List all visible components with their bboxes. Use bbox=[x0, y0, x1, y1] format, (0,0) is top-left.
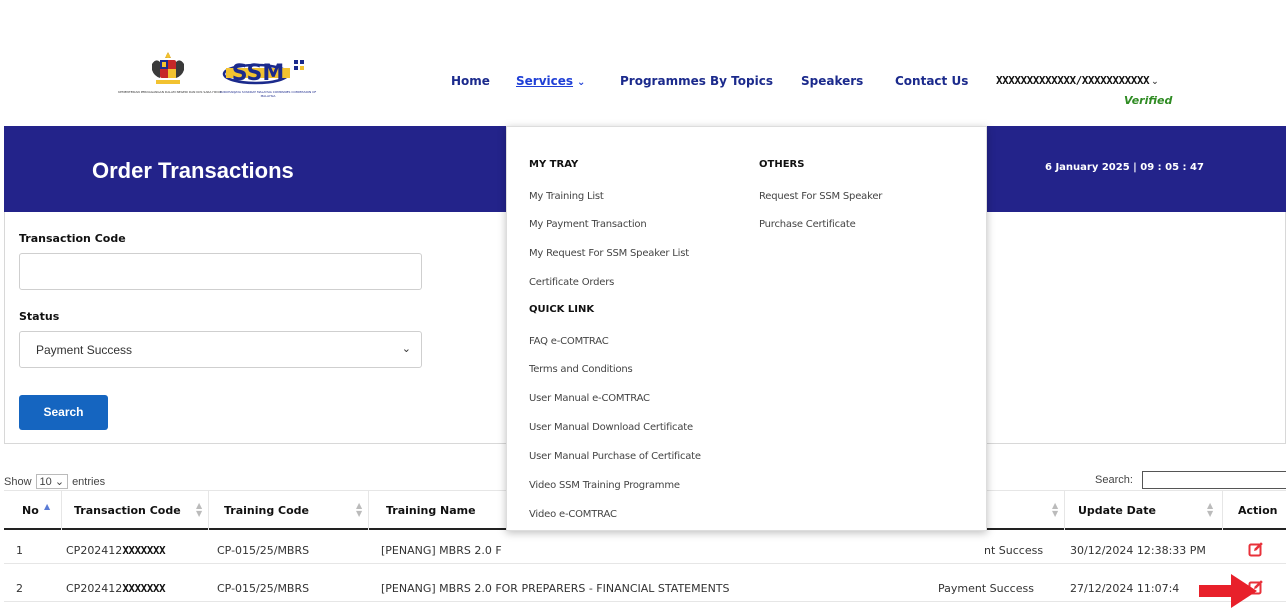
menu-item-certificate-orders[interactable]: Certificate Orders bbox=[529, 277, 614, 288]
menu-item-user-manual-download-cert[interactable]: User Manual Download Certificate bbox=[529, 422, 693, 433]
col-action: Action bbox=[1238, 504, 1278, 517]
sort-icon: ▲ ▼ bbox=[196, 501, 203, 518]
ssm-logo[interactable]: SSM SURUHANJAYA SYARIKAT MALAYSIA COMPAN… bbox=[218, 50, 318, 114]
col-divider bbox=[208, 490, 209, 530]
col-no[interactable]: No bbox=[22, 504, 39, 517]
table-search-label: Search: bbox=[1095, 474, 1133, 486]
red-arrow-icon bbox=[1199, 574, 1257, 608]
nav-services-label: Services bbox=[516, 74, 574, 88]
transaction-code-masked: XXXXXXX bbox=[122, 544, 166, 557]
edit-square-icon[interactable] bbox=[1248, 541, 1264, 557]
cell-update-date: 30/12/2024 12:38:33 PM bbox=[1070, 544, 1206, 557]
menu-item-terms[interactable]: Terms and Conditions bbox=[529, 364, 633, 375]
chevron-down-icon: ⌄ bbox=[1151, 77, 1159, 87]
status-label: Status bbox=[19, 310, 60, 323]
cell-transaction-code: CP202412XXXXXXX bbox=[66, 544, 166, 557]
menu-item-purchase-certificate[interactable]: Purchase Certificate bbox=[759, 219, 856, 230]
table-search-input[interactable] bbox=[1142, 471, 1286, 489]
services-dropdown-menu: MY TRAY My Training List My Payment Tran… bbox=[506, 126, 987, 531]
cell-training-name: [PENANG] MBRS 2.0 FOR PREPARERS - FINANC… bbox=[381, 582, 730, 595]
menu-item-video-training[interactable]: Video SSM Training Programme bbox=[529, 480, 680, 491]
col-divider bbox=[368, 490, 369, 530]
menu-item-user-manual-purchase-cert[interactable]: User Manual Purchase of Certificate bbox=[529, 451, 701, 462]
page-title: Order Transactions bbox=[92, 158, 294, 183]
status-selected-value: Payment Success bbox=[36, 343, 133, 357]
entries-select[interactable]: 10 ⌄ bbox=[35, 474, 69, 489]
chevron-down-icon: ⌄ bbox=[577, 77, 586, 88]
user-menu[interactable]: XXXXXXXXXXXXX/XXXXXXXXXXX ⌄ bbox=[996, 74, 1159, 87]
cell-training-name: [PENANG] MBRS 2.0 F bbox=[381, 544, 502, 557]
cell-status: Payment Success bbox=[938, 582, 1034, 595]
cell-training-code: CP-015/25/MBRS bbox=[217, 582, 310, 595]
transaction-code-prefix: CP202412 bbox=[66, 582, 123, 595]
menu-heading-quick-link: QUICK LINK bbox=[529, 304, 595, 315]
show-label: Show bbox=[4, 476, 32, 488]
col-divider bbox=[1064, 490, 1065, 530]
transaction-code-prefix: CP202412 bbox=[66, 544, 123, 557]
cell-transaction-code: CP202412XXXXXXX bbox=[66, 582, 166, 595]
jata-caption: KEMENTERIAN PERDAGANGAN DALAM NEGERI DAN… bbox=[118, 90, 222, 94]
menu-heading-my-tray: MY TRAY bbox=[529, 159, 579, 170]
search-button[interactable]: Search bbox=[19, 395, 108, 430]
menu-item-my-speaker-request-list[interactable]: My Request For SSM Speaker List bbox=[529, 248, 689, 259]
nav-services[interactable]: Services ⌄ bbox=[516, 74, 585, 88]
verified-badge: Verified bbox=[1124, 94, 1173, 107]
ssm-caption: SURUHANJAYA SYARIKAT MALAYSIA COMPANIES … bbox=[219, 90, 317, 98]
col-training-name[interactable]: Training Name bbox=[386, 504, 476, 517]
menu-item-my-training-list[interactable]: My Training List bbox=[529, 191, 604, 202]
ssm-logo-text: SSM bbox=[232, 61, 285, 86]
menu-item-faq[interactable]: FAQ e-COMTRAC bbox=[529, 336, 609, 347]
entries-length-control: Show 10 ⌄ entries bbox=[4, 474, 105, 489]
sort-icon: ▲ ▼ bbox=[1207, 501, 1214, 518]
entries-label: entries bbox=[72, 476, 106, 488]
transaction-code-label: Transaction Code bbox=[19, 232, 126, 245]
col-update-date[interactable]: Update Date bbox=[1078, 504, 1156, 517]
menu-item-video-ecomtrac[interactable]: Video e-COMTRAC bbox=[529, 509, 617, 520]
cell-no: 1 bbox=[16, 544, 23, 557]
col-divider bbox=[1222, 490, 1223, 530]
menu-item-request-speaker[interactable]: Request For SSM Speaker bbox=[759, 191, 882, 202]
coat-of-arms-icon bbox=[152, 52, 184, 84]
current-datetime: 6 January 2025 | 09 : 05 : 47 bbox=[1045, 162, 1204, 173]
sort-icon: ▲ ▼ bbox=[1052, 501, 1059, 518]
menu-item-my-payment-transaction[interactable]: My Payment Transaction bbox=[529, 219, 647, 230]
user-name: XXXXXXXXXXXXX/XXXXXXXXXXX bbox=[996, 74, 1150, 87]
cell-update-date: 27/12/2024 11:07:4 bbox=[1070, 582, 1180, 595]
nav-contact[interactable]: Contact Us bbox=[895, 74, 968, 88]
col-transaction-code[interactable]: Transaction Code bbox=[74, 504, 181, 517]
menu-item-user-manual[interactable]: User Manual e-COMTRAC bbox=[529, 393, 650, 404]
transaction-code-masked: XXXXXXX bbox=[122, 582, 166, 595]
cell-training-code: CP-015/25/MBRS bbox=[217, 544, 310, 557]
entries-value: 10 bbox=[39, 476, 52, 488]
status-select[interactable]: Payment Success ⌄ bbox=[19, 331, 422, 368]
nav-speakers[interactable]: Speakers bbox=[801, 74, 863, 88]
chevron-down-icon: ⌄ bbox=[401, 342, 411, 355]
ssm-logo-mark: SSM bbox=[222, 60, 304, 86]
sort-asc-icon: ▲ bbox=[44, 502, 51, 511]
jata-negara-logo[interactable]: KEMENTERIAN PERDAGANGAN DALAM NEGERI DAN… bbox=[118, 50, 222, 114]
menu-heading-others: OTHERS bbox=[759, 159, 805, 170]
cell-no: 2 bbox=[16, 582, 23, 595]
col-training-code[interactable]: Training Code bbox=[224, 504, 309, 517]
col-divider bbox=[61, 490, 62, 530]
nav-programmes[interactable]: Programmes By Topics bbox=[620, 74, 773, 88]
nav-home[interactable]: Home bbox=[451, 74, 490, 88]
transaction-code-input[interactable] bbox=[19, 253, 422, 290]
cell-status: nt Success bbox=[984, 544, 1044, 557]
sort-icon: ▲ ▼ bbox=[356, 501, 363, 518]
